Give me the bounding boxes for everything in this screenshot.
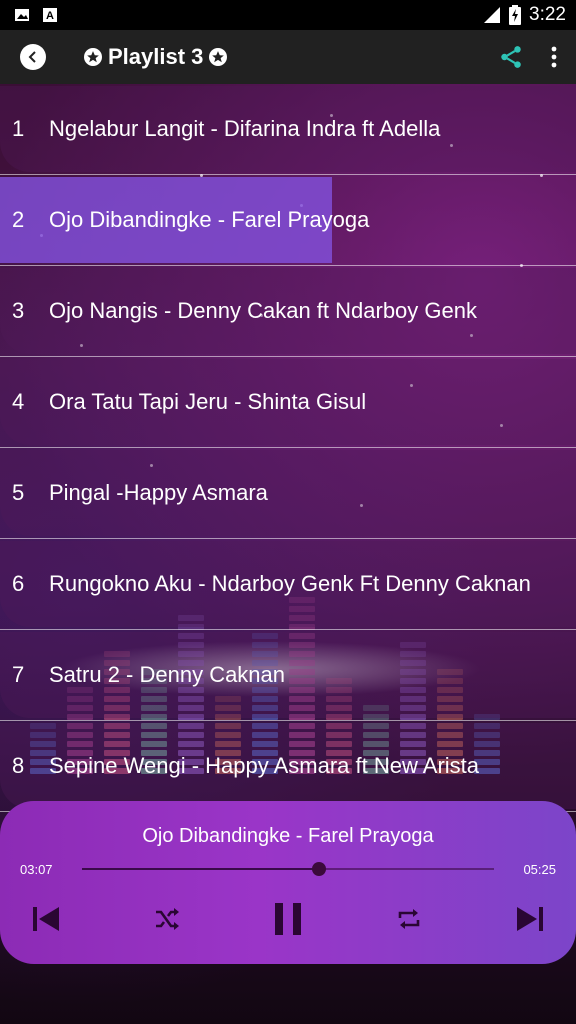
star-icon xyxy=(84,48,102,66)
clock: 3:22 xyxy=(529,4,566,25)
back-button[interactable] xyxy=(20,44,46,70)
track-name: Sepine Wengi - Happy Asmara ft New Arist… xyxy=(49,753,480,778)
svg-text:A: A xyxy=(46,10,54,22)
track-name: Ojo Dibandingke - Farel Prayoga xyxy=(49,207,370,232)
track-name: Ora Tatu Tapi Jeru - Shinta Gisul xyxy=(49,389,367,414)
repeat-icon xyxy=(398,909,420,929)
track-name: Satru 2 - Denny Caknan xyxy=(49,662,286,687)
seek-bar-progress xyxy=(82,868,319,870)
track-name: Ojo Nangis - Denny Cakan ft Ndarboy Genk xyxy=(49,298,477,323)
signal-icon xyxy=(484,7,501,23)
track-number: 6 xyxy=(12,571,25,596)
playlist-row[interactable]: 6 Rungokno Aku - Ndarboy Genk Ft Denny C… xyxy=(0,539,576,630)
playlist: 1 Ngelabur Langit - Difarina Indra ft Ad… xyxy=(0,84,576,812)
mini-player: Ojo Dibandingke - Farel Prayoga 03:07 05… xyxy=(0,801,576,964)
now-playing-title: Ojo Dibandingke - Farel Prayoga xyxy=(142,825,434,847)
font-notification-icon: A xyxy=(43,8,57,22)
playlist-row[interactable]: 5 Pingal -Happy Asmara xyxy=(0,448,576,539)
pause-button[interactable] xyxy=(268,899,308,939)
total-duration: 05:25 xyxy=(523,862,556,877)
skip-previous-icon xyxy=(33,907,59,931)
skip-next-icon xyxy=(517,907,543,931)
more-options-icon[interactable] xyxy=(550,45,558,69)
track-name: Rungokno Aku - Ndarboy Genk Ft Denny Cak… xyxy=(49,571,531,596)
app-bar: Playlist 3 xyxy=(0,30,576,84)
shuffle-button[interactable] xyxy=(147,899,187,939)
playlist-row[interactable]: 8 Sepine Wengi - Happy Asmara ft New Ari… xyxy=(0,721,576,812)
seek-bar-thumb[interactable] xyxy=(311,862,326,876)
share-icon[interactable] xyxy=(498,44,524,70)
battery-icon xyxy=(509,5,522,25)
chevron-left-icon xyxy=(28,51,36,63)
track-name: Pingal -Happy Asmara xyxy=(49,480,268,505)
next-button[interactable] xyxy=(510,899,550,939)
track-number: 3 xyxy=(12,298,25,323)
track-number: 1 xyxy=(12,116,25,141)
image-notification-icon xyxy=(15,9,29,21)
page-title: Playlist 3 xyxy=(84,44,228,70)
page-title-text: Playlist 3 xyxy=(108,44,204,69)
track-number: 8 xyxy=(12,753,25,778)
playlist-row[interactable]: 7 Satru 2 - Denny Caknan xyxy=(0,630,576,721)
playlist-row[interactable]: 1 Ngelabur Langit - Difarina Indra ft Ad… xyxy=(0,84,576,175)
repeat-button[interactable] xyxy=(389,899,429,939)
track-number: 5 xyxy=(12,480,25,505)
status-bar: A 3:22 xyxy=(0,0,576,30)
shuffle-icon xyxy=(156,908,179,930)
playlist-row[interactable]: 4 Ora Tatu Tapi Jeru - Shinta Gisul xyxy=(0,357,576,448)
playlist-row[interactable]: 3 Ojo Nangis - Denny Cakan ft Ndarboy Ge… xyxy=(0,266,576,357)
track-number: 2 xyxy=(12,207,25,232)
track-number: 7 xyxy=(12,662,25,687)
playlist-row-active[interactable]: 2 Ojo Dibandingke - Farel Prayoga xyxy=(0,175,576,266)
elapsed-time: 03:07 xyxy=(20,862,53,877)
track-name: Ngelabur Langit - Difarina Indra ft Adel… xyxy=(49,116,441,141)
previous-button[interactable] xyxy=(26,899,66,939)
star-icon xyxy=(209,48,228,66)
seek-bar[interactable] xyxy=(82,862,494,876)
pause-icon xyxy=(275,903,301,935)
track-number: 4 xyxy=(12,389,25,414)
